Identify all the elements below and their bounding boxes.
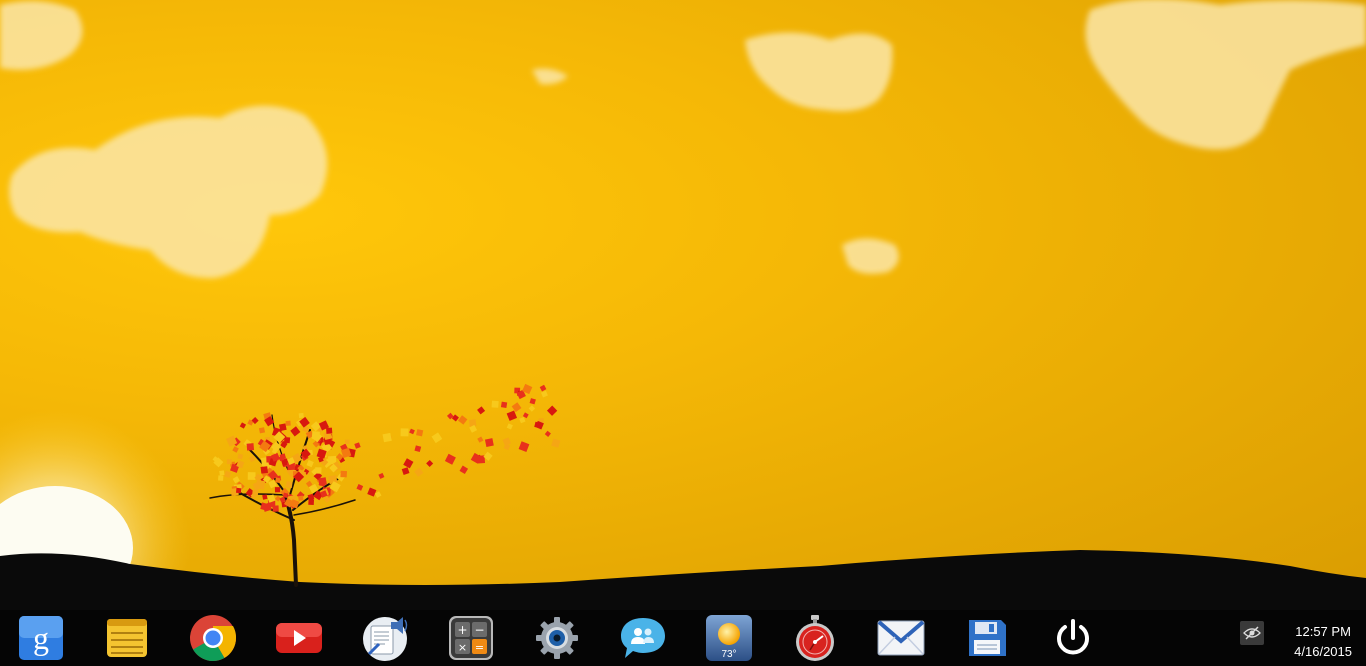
clock-date: 4/16/2015 [1294, 644, 1352, 659]
leaf [477, 436, 484, 443]
power-icon[interactable] [1049, 614, 1097, 662]
leaf [544, 430, 551, 437]
svg-text:−: − [474, 623, 484, 637]
leaf [458, 415, 468, 425]
leaf [491, 400, 499, 408]
leaf [239, 422, 247, 429]
stopwatch-icon[interactable] [791, 614, 839, 662]
notes-icon[interactable] [103, 614, 151, 662]
clouds [0, 0, 1366, 279]
leaf [237, 453, 244, 460]
google-search-icon[interactable]: g [17, 614, 65, 662]
leaf [459, 465, 469, 475]
grass-hill [0, 550, 1366, 610]
settings-gear-icon[interactable] [533, 614, 581, 662]
leaf [367, 487, 377, 497]
chat-icon[interactable] [619, 614, 667, 662]
clock-time: 12:57 PM [1295, 624, 1351, 639]
leaf [414, 467, 424, 477]
leaf [290, 426, 301, 437]
leaf [354, 442, 361, 449]
leaf [477, 406, 486, 415]
leaf [306, 459, 314, 468]
leaf [500, 401, 508, 408]
leaf [484, 438, 494, 447]
svg-text:g: g [33, 620, 49, 656]
leaf [506, 423, 513, 430]
text-to-speech-icon[interactable] [361, 614, 409, 662]
leaf [541, 390, 548, 398]
svg-text:+: + [457, 623, 467, 637]
svg-text:=: = [475, 641, 484, 654]
clock[interactable]: 12:57 PM 4/16/2015 [1294, 622, 1352, 662]
youtube-icon[interactable] [275, 614, 323, 662]
leaf [232, 446, 239, 453]
eye-hidden-icon[interactable] [1240, 621, 1264, 645]
leaf [426, 459, 434, 468]
weather-temperature: 73° [721, 649, 736, 660]
leaf [518, 441, 530, 453]
leaf [546, 405, 558, 416]
leaf [416, 429, 424, 437]
leaf [431, 432, 443, 444]
wallpaper-scene [0, 0, 1366, 610]
autumn-leaves [212, 383, 561, 512]
leaf [409, 428, 415, 435]
leaf [403, 458, 414, 469]
svg-text:×: × [458, 641, 467, 654]
leaf [551, 438, 561, 448]
system-tray: 12:57 PM 4/16/2015 [1236, 610, 1366, 666]
leaf [378, 472, 385, 479]
desktop-wallpaper [0, 0, 1366, 610]
mail-icon[interactable] [877, 614, 925, 662]
leaf [414, 445, 422, 453]
leaf [382, 432, 392, 443]
save-disk-icon[interactable] [963, 614, 1011, 662]
weather-icon[interactable]: 73° [705, 614, 753, 662]
leaf [529, 398, 536, 405]
chrome-icon[interactable] [189, 614, 237, 662]
leaf [356, 484, 364, 491]
leaf [528, 405, 536, 412]
leaf [258, 427, 266, 434]
leaf [444, 453, 456, 465]
taskbar: g + − × = 73° 12:57 PM 4/16/2015 [0, 610, 1366, 666]
calculator-icon[interactable]: + − × = [447, 614, 495, 662]
